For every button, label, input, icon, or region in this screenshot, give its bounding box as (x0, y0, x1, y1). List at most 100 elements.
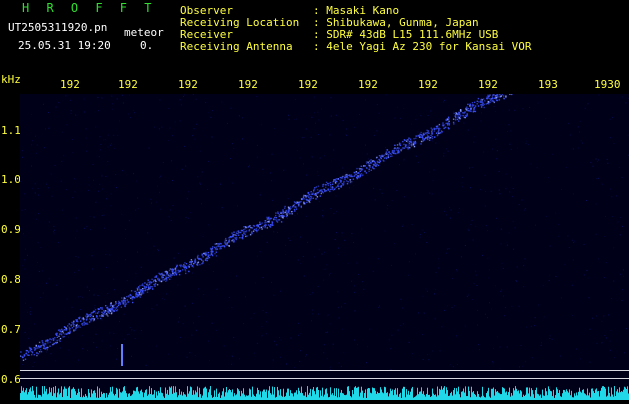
trace-point (185, 266, 186, 267)
noise-speck (604, 277, 605, 278)
trace-point (380, 155, 381, 156)
trace-point (297, 203, 298, 204)
noise-speck (519, 306, 520, 307)
noise-speck (519, 204, 520, 205)
noise-speck (507, 131, 508, 132)
trace-point (280, 215, 281, 216)
trace-point (47, 342, 48, 343)
amplitude-bar (531, 388, 532, 400)
trace-point (277, 211, 278, 212)
trace-point (153, 284, 154, 285)
noise-speck (93, 180, 94, 181)
trace-point (472, 102, 473, 103)
trace-point (298, 202, 299, 203)
trace-point (322, 186, 323, 187)
trace-point (257, 226, 258, 227)
amplitude-bar (117, 389, 118, 400)
noise-speck (312, 196, 313, 197)
trace-point (149, 281, 150, 282)
trace-point (334, 188, 335, 189)
trace-point (357, 178, 358, 179)
trace-point (25, 359, 26, 360)
amplitude-bar (130, 396, 131, 400)
noise-speck (546, 216, 547, 217)
y-tick-label: 1.1 (1, 125, 21, 137)
amplitude-bar (347, 387, 348, 400)
noise-speck (25, 303, 26, 304)
noise-speck (409, 342, 410, 343)
trace-point (265, 225, 266, 226)
amplitude-bar (178, 395, 179, 400)
trace-point (39, 342, 40, 343)
noise-speck (99, 156, 100, 157)
amplitude-bar (110, 387, 111, 400)
noise-speck (568, 123, 569, 124)
noise-speck (231, 108, 232, 109)
trace-point (323, 184, 324, 185)
noise-speck (267, 242, 268, 243)
amplitude-bar (311, 396, 312, 400)
noise-speck (339, 318, 340, 319)
amplitude-bar (302, 393, 303, 400)
noise-speck (86, 151, 87, 152)
noise-speck (517, 148, 518, 149)
trace-point (179, 271, 180, 272)
noise-speck (65, 95, 66, 96)
noise-speck (30, 311, 31, 312)
trace-point (125, 300, 126, 301)
noise-speck (288, 115, 289, 116)
noise-speck (188, 191, 189, 192)
noise-speck (125, 292, 126, 293)
trace-point (364, 171, 365, 172)
trace-point (72, 327, 73, 328)
amplitude-bar (532, 390, 533, 400)
noise-speck (38, 188, 39, 189)
noise-speck (48, 128, 49, 129)
amplitude-bar (338, 389, 339, 400)
noise-speck (354, 127, 355, 128)
trace-point (93, 311, 94, 312)
noise-speck (86, 138, 87, 139)
trace-point (31, 349, 32, 350)
amplitude-bar (624, 387, 625, 400)
noise-speck (25, 209, 26, 210)
trace-point (259, 227, 260, 228)
amplitude-bar (547, 395, 548, 400)
trace-point (408, 139, 409, 140)
amplitude-bar (383, 393, 384, 400)
noise-speck (311, 137, 312, 138)
noise-speck (177, 285, 178, 286)
noise-speck (495, 285, 496, 286)
amplitude-bar (32, 386, 33, 400)
noise-speck (493, 348, 494, 349)
trace-point (366, 161, 367, 162)
trace-point (370, 162, 371, 163)
noise-speck (94, 295, 95, 296)
amplitude-bar (579, 388, 580, 400)
noise-speck (90, 216, 91, 217)
trace-point (499, 99, 500, 100)
noise-speck (606, 337, 607, 338)
trace-point (447, 118, 448, 119)
amplitude-bar (103, 393, 104, 400)
trace-point (57, 342, 58, 343)
noise-speck (290, 338, 291, 339)
trace-point (294, 206, 295, 207)
noise-speck (239, 358, 240, 359)
amplitude-bar (454, 388, 455, 400)
trace-point (344, 178, 345, 179)
noise-speck (471, 224, 472, 225)
amplitude-bar (545, 388, 546, 400)
trace-point (317, 189, 318, 190)
amplitude-bar (286, 393, 287, 400)
trace-point (390, 153, 391, 154)
trace-point (214, 247, 215, 248)
amplitude-bar (355, 386, 356, 400)
trace-point (111, 309, 112, 310)
noise-speck (623, 276, 624, 277)
noise-speck (449, 248, 450, 249)
amplitude-bar (364, 393, 365, 400)
trace-point (81, 323, 82, 324)
trace-point (377, 162, 378, 163)
trace-point (236, 237, 237, 238)
